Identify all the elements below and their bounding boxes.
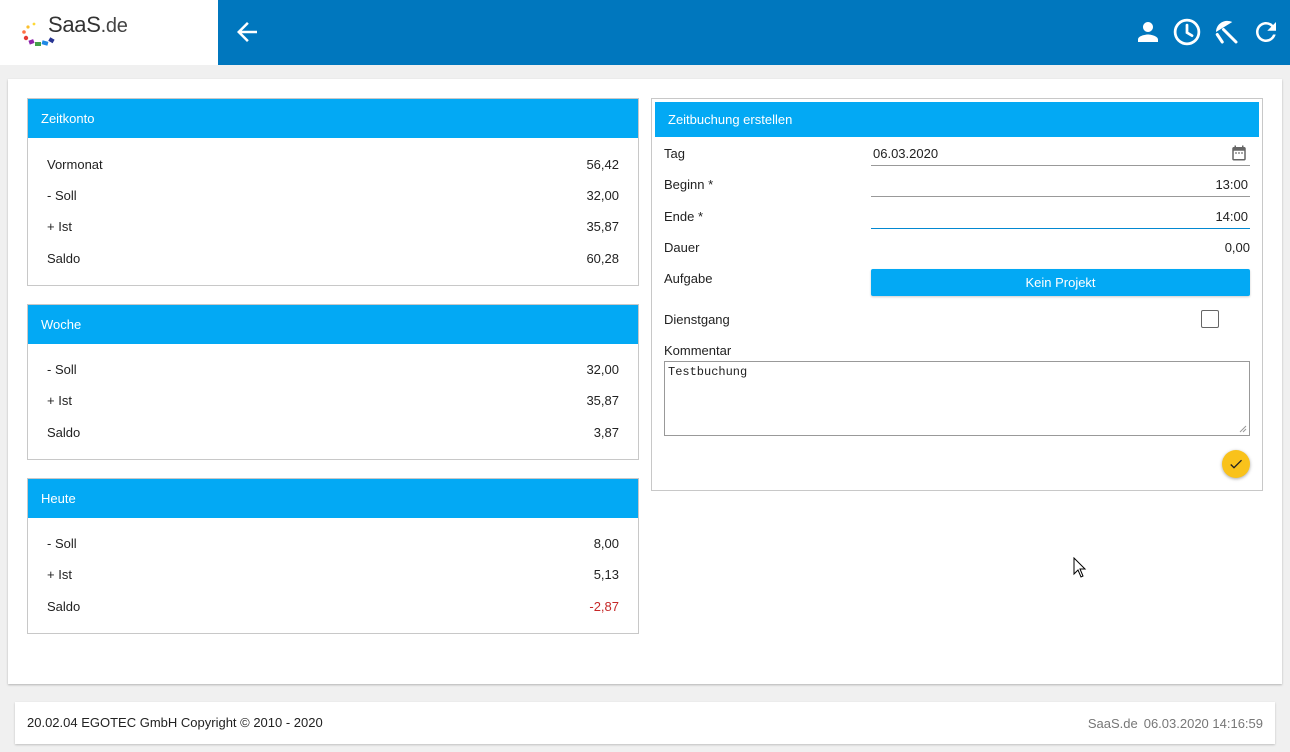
- list-item: Saldo -2,87: [47, 597, 619, 617]
- negative-saldo: -2,87: [589, 599, 619, 614]
- save-button[interactable]: [1222, 450, 1250, 478]
- list-item: Saldo 60,28: [47, 251, 619, 266]
- refresh-icon[interactable]: [1251, 17, 1281, 47]
- footer: 20.02.04 EGOTEC GmbH Copyright © 2010 - …: [15, 702, 1275, 744]
- kein-projekt-button[interactable]: Kein Projekt: [871, 269, 1250, 296]
- list-item: + Ist 5,13: [47, 567, 619, 582]
- woche-card: Woche - Soll 32,00 + Ist 35,87 Saldo 3,8…: [27, 304, 639, 460]
- clock-icon[interactable]: [1172, 17, 1202, 47]
- dauer-label: Dauer: [664, 240, 700, 255]
- booking-title: Zeitbuchung erstellen: [655, 102, 1259, 137]
- zeitkonto-title: Zeitkonto: [28, 99, 638, 138]
- calendar-icon[interactable]: [1230, 144, 1248, 162]
- footer-brand: SaaS.de: [1087, 716, 1138, 731]
- zeitkonto-card: Zeitkonto Vormonat 56,42 - Soll 32,00 + …: [27, 98, 639, 286]
- list-item: - Soll 8,00: [47, 536, 619, 551]
- ende-time-field[interactable]: 14:00: [871, 207, 1250, 229]
- list-item: - Soll 32,00: [47, 188, 619, 203]
- top-bar: SaaS.de: [0, 0, 1290, 65]
- aufgabe-row: Aufgabe Kein Projekt: [664, 269, 1250, 297]
- footer-timestamp: 06.03.2020 14:16:59: [1143, 716, 1263, 731]
- kommentar-row: Kommentar: [664, 341, 1250, 363]
- date-field[interactable]: 06.03.2020: [871, 144, 1250, 166]
- tag-label: Tag: [664, 146, 685, 161]
- beginn-row: Beginn * 13:00: [664, 175, 1250, 197]
- vacation-icon[interactable]: [1211, 17, 1241, 47]
- dienstgang-label: Dienstgang: [664, 312, 730, 327]
- logo[interactable]: SaaS.de: [0, 0, 218, 65]
- main-panel: Zeitkonto Vormonat 56,42 - Soll 32,00 + …: [8, 79, 1282, 684]
- list-item: + Ist 35,87: [47, 219, 619, 234]
- list-item: - Soll 32,00: [47, 362, 619, 377]
- copyright-text: 20.02.04 EGOTEC GmbH Copyright © 2010 - …: [27, 715, 323, 730]
- checkmark-icon: [1230, 459, 1242, 469]
- aufgabe-label: Aufgabe: [664, 271, 713, 286]
- dauer-row: Dauer 0,00: [664, 238, 1250, 260]
- heute-title: Heute: [28, 479, 638, 518]
- heute-card: Heute - Soll 8,00 + Ist 5,13 Saldo -2,87: [27, 478, 639, 634]
- booking-card: Zeitbuchung erstellen Tag 06.03.2020 Beg…: [651, 98, 1263, 491]
- back-arrow-icon[interactable]: [232, 17, 262, 47]
- mouse-cursor-icon: [1073, 557, 1087, 578]
- user-icon[interactable]: [1133, 17, 1163, 47]
- beginn-time-field[interactable]: 13:00: [871, 175, 1250, 197]
- woche-title: Woche: [28, 305, 638, 344]
- dienstgang-checkbox[interactable]: [1201, 310, 1219, 328]
- dauer-value: 0,00: [1224, 240, 1250, 255]
- kommentar-label: Kommentar: [664, 343, 732, 358]
- logo-text: SaaS.de: [48, 12, 128, 37]
- tag-row: Tag 06.03.2020: [664, 144, 1250, 166]
- kommentar-textarea[interactable]: Testbuchung: [664, 361, 1250, 436]
- list-item: Vormonat 56,42: [47, 157, 619, 172]
- resize-grip-icon[interactable]: [1239, 425, 1247, 433]
- ende-label: Ende *: [664, 209, 704, 224]
- ende-row: Ende * 14:00: [664, 207, 1250, 229]
- footer-status: SaaS.de 06.03.2020 14:16:59: [1082, 716, 1263, 731]
- list-item: + Ist 35,87: [47, 393, 619, 408]
- list-item: Saldo 3,87: [47, 425, 619, 440]
- dienstgang-row: Dienstgang: [664, 310, 1250, 332]
- beginn-label: Beginn *: [664, 177, 714, 192]
